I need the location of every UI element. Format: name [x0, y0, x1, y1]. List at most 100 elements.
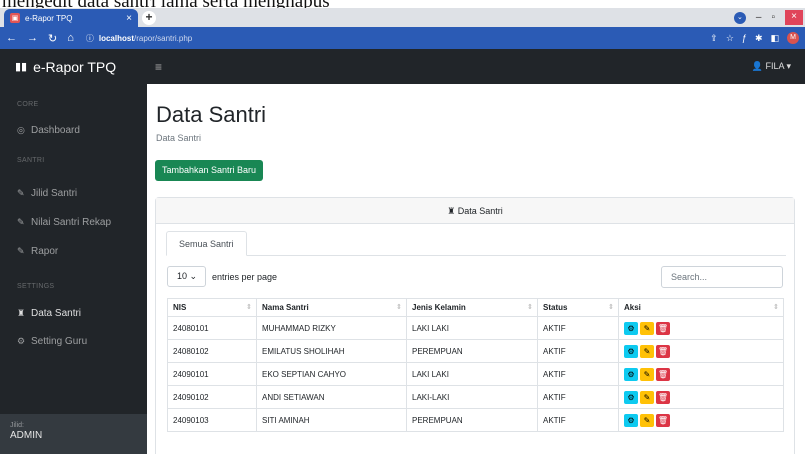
sidebar-item-label: Dashboard — [31, 125, 80, 136]
table-cell: AKTIF — [537, 408, 619, 432]
sidebar-item-label: Rapor — [31, 246, 59, 257]
book-icon: ▮▮ — [15, 61, 28, 73]
table-header-row: NIS ⇕ Nama Santri ⇕ Jenis Kelamin ⇕ Status ⇕… — [167, 298, 784, 317]
back-icon[interactable]: ← — [6, 32, 17, 45]
table-cell: EKO SEPTIAN CAHYO — [256, 362, 407, 386]
sidebar-item-nilai-santri-rekap[interactable]: ✎ Nilai Santri Rekap — [17, 217, 111, 228]
delete-button[interactable]: 🗑 — [656, 368, 670, 381]
user-menu[interactable]: 👤 FILA ▾ — [752, 61, 791, 72]
add-santri-button[interactable]: Tambahkan Santri Baru — [155, 160, 264, 181]
search-input[interactable]: Search... — [661, 266, 783, 288]
detail-button[interactable]: ⚙ — [624, 322, 638, 335]
actions-cell: ⚙ ✎ 🗑 — [618, 316, 784, 340]
table-body: 24080101 MUHAMMAD RIZKY LAKI LAKI AKTIF ⚙ ✎ 🗑 2… — [167, 316, 784, 432]
sidebar-toggle-icon[interactable]: ≡ — [155, 60, 162, 74]
profile-avatar-icon[interactable]: M — [787, 32, 799, 44]
sidebar-item-data-santri[interactable]: ♜ Data Santri — [17, 308, 81, 319]
user-icon: 👤 — [751, 61, 763, 71]
table-cell: PEREMPUAN — [406, 339, 538, 363]
forward-icon[interactable]: → — [27, 32, 38, 45]
sidebar-footer-user: ADMIN — [10, 430, 43, 441]
extensions-puzzle-icon[interactable]: ✱ — [755, 33, 763, 44]
delete-button[interactable]: 🗑 — [656, 391, 670, 404]
sidebar-item-jilid-santri[interactable]: ✎ Jilid Santri — [17, 188, 77, 199]
sidebar-item-dashboard[interactable]: ◎ Dashboard — [17, 125, 80, 136]
table-cell: MUHAMMAD RIZKY — [256, 316, 407, 340]
address-bar[interactable]: ⓘ localhost/rapor/santri.php — [85, 30, 711, 46]
column-header-nama[interactable]: Nama Santri ⇕ — [256, 298, 407, 317]
url-path: /rapor/santri.php — [134, 33, 193, 43]
page-title: Data Santri — [156, 102, 267, 127]
sidepanel-icon[interactable]: ◧ — [770, 33, 779, 44]
table-cell: AKTIF — [537, 316, 619, 340]
site-info-icon[interactable]: ⓘ — [86, 33, 94, 44]
brand[interactable]: ▮▮ e-Rapor TPQ — [0, 59, 147, 75]
actions-cell: ⚙ ✎ 🗑 — [618, 362, 784, 386]
app-navbar: ▮▮ e-Rapor TPQ ≡ 👤 FILA ▾ — [0, 49, 805, 84]
data-card: ♜ Data Santri Semua Santri 10 ⌄ entries … — [155, 197, 795, 454]
tab-semua-santri[interactable]: Semua Santri — [166, 231, 247, 256]
window-controls: ⌄ – ▫ × — [733, 8, 805, 27]
browser-tab[interactable]: ▣ e-Rapor TPQ × — [4, 9, 138, 27]
table-cell: AKTIF — [537, 385, 619, 409]
table-cell: PEREMPUAN — [406, 408, 538, 432]
share-icon[interactable]: ⇪ — [710, 33, 718, 44]
favicon-icon: ▣ — [10, 13, 20, 23]
edit-button[interactable]: ✎ — [640, 414, 654, 427]
sidebar-item-rapor[interactable]: ✎ Rapor — [17, 246, 58, 257]
edit-button[interactable]: ✎ — [640, 391, 654, 404]
extension-fx-icon[interactable]: ƒ — [742, 33, 747, 43]
table-cell: SITI AMINAH — [256, 408, 407, 432]
sort-icon: ⇕ — [608, 304, 614, 311]
actions-cell: ⚙ ✎ 🗑 — [618, 408, 784, 432]
edit-icon: ✎ — [17, 246, 25, 256]
window-close-icon[interactable]: × — [785, 10, 803, 25]
column-header-aksi[interactable]: Aksi ⇕ — [618, 298, 784, 317]
edit-button[interactable]: ✎ — [640, 322, 654, 335]
reload-icon[interactable]: ↻ — [48, 32, 57, 45]
column-header-status[interactable]: Status ⇕ — [537, 298, 619, 317]
new-tab-icon[interactable]: + — [142, 11, 156, 25]
users-gear-icon: ⚙ — [17, 336, 26, 346]
edit-icon: ✎ — [17, 188, 25, 198]
detail-button[interactable]: ⚙ — [624, 391, 638, 404]
main-content: Data Santri Data Santri Tambahkan Santri… — [147, 84, 805, 454]
tab-close-icon[interactable]: × — [126, 13, 132, 24]
table-row: 24080101 MUHAMMAD RIZKY LAKI LAKI AKTIF ⚙ ✎ 🗑 — [167, 316, 784, 340]
detail-button[interactable]: ⚙ — [624, 345, 638, 358]
delete-button[interactable]: 🗑 — [656, 414, 670, 427]
sort-icon: ⇕ — [396, 304, 402, 311]
sidebar-item-label: Jilid Santri — [31, 188, 78, 199]
table-cell: AKTIF — [537, 339, 619, 363]
actions-cell: ⚙ ✎ 🗑 — [618, 385, 784, 409]
card-header: ♜ Data Santri — [156, 198, 794, 224]
edit-button[interactable]: ✎ — [640, 368, 654, 381]
profile-dropdown-icon[interactable]: ⌄ — [733, 11, 746, 24]
browser-tab-strip: ▣ e-Rapor TPQ × + ⌄ – ▫ × — [0, 8, 805, 27]
sidebar-footer: Jilid: ADMIN — [0, 414, 147, 454]
bookmark-star-icon[interactable]: ☆ — [726, 33, 734, 44]
column-header-jenis-kelamin[interactable]: Jenis Kelamin ⇕ — [406, 298, 538, 317]
delete-button[interactable]: 🗑 — [656, 322, 670, 335]
sidebar-item-label: Nilai Santri Rekap — [31, 217, 112, 228]
chevron-down-icon: ⌄ — [189, 271, 198, 281]
minimize-icon[interactable]: – — [756, 12, 762, 23]
table-cell: 24090102 — [167, 385, 257, 409]
sidebar-item-label: Data Santri — [31, 308, 82, 319]
entries-value: 10 — [177, 271, 188, 281]
entries-select[interactable]: 10 ⌄ — [167, 266, 206, 287]
maximize-icon[interactable]: ▫ — [771, 12, 775, 23]
user-name: FILA — [765, 61, 784, 71]
table-cell: LAKI-LAKI — [406, 385, 538, 409]
browser-toolbar: ← → ↻ ⌂ ⓘ localhost/rapor/santri.php ⇪ ☆… — [0, 27, 805, 49]
home-icon[interactable]: ⌂ — [67, 32, 74, 45]
sidebar-item-setting-guru[interactable]: ⚙ Setting Guru — [17, 336, 87, 347]
column-header-nis[interactable]: NIS ⇕ — [167, 298, 257, 317]
detail-button[interactable]: ⚙ — [624, 368, 638, 381]
edit-button[interactable]: ✎ — [640, 345, 654, 358]
sidebar-heading-core: CORE — [17, 101, 39, 108]
user-tie-icon: ♜ — [447, 206, 456, 216]
detail-button[interactable]: ⚙ — [624, 414, 638, 427]
delete-button[interactable]: 🗑 — [656, 345, 670, 358]
edit-icon: ✎ — [17, 217, 25, 227]
